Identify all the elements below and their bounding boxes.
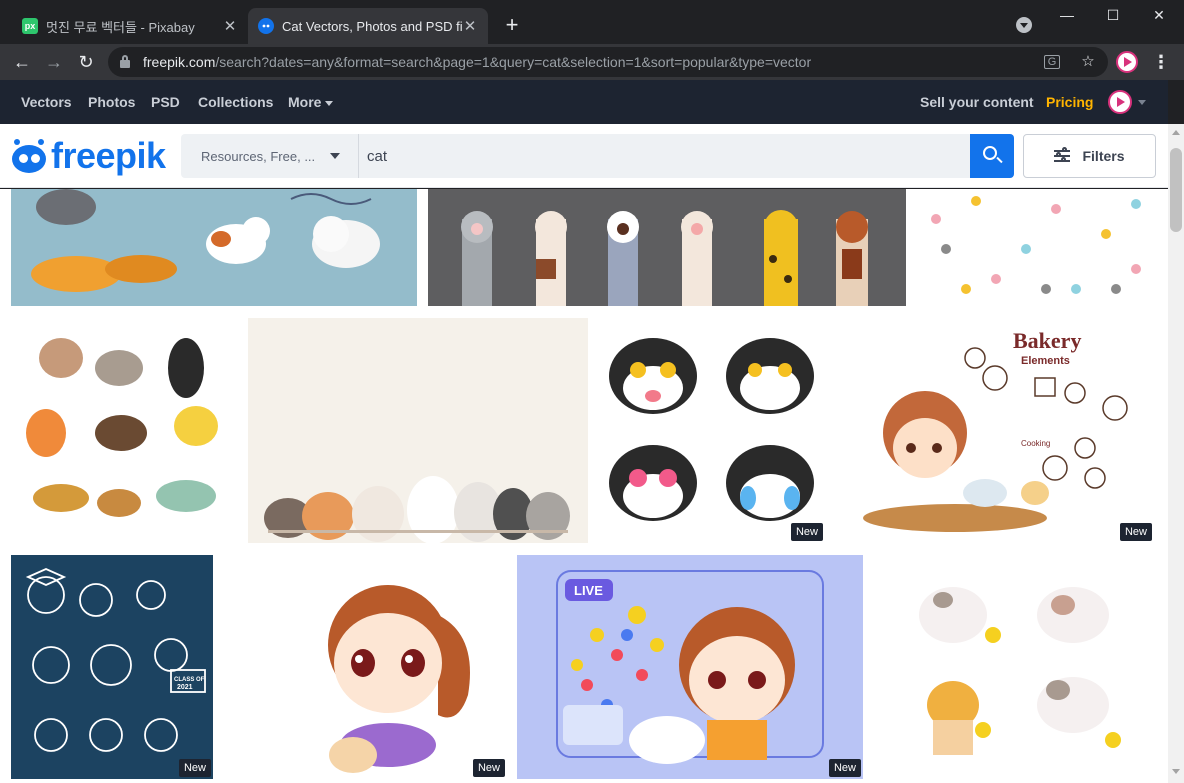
forward-icon[interactable]: → bbox=[42, 50, 66, 74]
scrollbar-thumb[interactable] bbox=[1170, 148, 1182, 232]
svg-text:2021: 2021 bbox=[177, 684, 193, 691]
close-tab-icon[interactable]: ✕ bbox=[222, 17, 238, 35]
freepik-favicon-icon bbox=[258, 18, 274, 34]
chevron-down-icon[interactable] bbox=[1138, 100, 1146, 105]
browser-menu-icon[interactable]: ⋮ bbox=[1152, 50, 1170, 74]
back-icon[interactable]: ← bbox=[10, 50, 34, 74]
new-badge: New bbox=[472, 759, 505, 777]
scroll-up-icon[interactable] bbox=[1172, 130, 1180, 135]
browser-tab-freepik[interactable]: Cat Vectors, Photos and PSD files ✕ bbox=[248, 8, 488, 44]
result-card-paw-pattern[interactable] bbox=[916, 189, 1154, 306]
nav-pricing[interactable]: Pricing bbox=[1046, 94, 1093, 110]
result-card-bakery-girl[interactable]: Bakery Elements Cooking New bbox=[835, 318, 1154, 543]
url-text[interactable]: freepik.com/search?dates=any&format=sear… bbox=[143, 54, 811, 70]
svg-text:LIVE: LIVE bbox=[574, 583, 603, 598]
browser-tab-pixabay[interactable]: px 멋진 무료 벡터들 - Pixabay ✕ bbox=[12, 8, 248, 44]
reload-icon[interactable]: ↻ bbox=[74, 50, 98, 74]
page-scrollbar[interactable] bbox=[1168, 124, 1184, 783]
search-header: freepik Resources, Free, ... Filters bbox=[0, 124, 1168, 188]
filters-button[interactable]: Filters bbox=[1023, 134, 1156, 178]
minimize-window-icon[interactable]: — bbox=[1044, 4, 1090, 28]
tab-title: Cat Vectors, Photos and PSD files bbox=[282, 18, 462, 34]
browser-toolbar: ← → ↻ freepik.com/search?dates=any&forma… bbox=[0, 44, 1184, 80]
result-card-kawaii-cats[interactable] bbox=[873, 555, 1154, 779]
maximize-window-icon[interactable]: ☐ bbox=[1090, 4, 1136, 28]
nav-more-label: More bbox=[288, 94, 322, 110]
user-avatar-icon[interactable] bbox=[1108, 90, 1132, 114]
profile-avatar-icon[interactable] bbox=[1116, 51, 1138, 73]
address-bar[interactable]: freepik.com/search?dates=any&format=sear… bbox=[108, 47, 1108, 77]
svg-text:Bakery: Bakery bbox=[1013, 328, 1081, 353]
search-icon bbox=[983, 146, 997, 160]
svg-text:CLASS OF: CLASS OF bbox=[174, 677, 205, 683]
close-window-icon[interactable]: ✕ bbox=[1136, 4, 1182, 28]
new-badge: New bbox=[790, 523, 823, 541]
tab-title: 멋진 무료 벡터들 - Pixabay bbox=[46, 19, 195, 35]
svg-text:Elements: Elements bbox=[1021, 355, 1070, 367]
new-tab-button[interactable]: + bbox=[498, 12, 526, 40]
new-badge: New bbox=[828, 759, 861, 777]
result-card-cats-yarn[interactable] bbox=[11, 189, 417, 306]
new-badge: New bbox=[178, 759, 211, 777]
result-card-girl-kitten[interactable]: New bbox=[223, 555, 507, 779]
search-button[interactable] bbox=[970, 134, 1014, 178]
result-card-row-of-cats[interactable] bbox=[248, 318, 588, 543]
pixabay-favicon-icon: px bbox=[22, 18, 38, 34]
logo-text: freepik bbox=[51, 135, 166, 176]
bookmark-star-icon[interactable]: ☆ bbox=[1078, 52, 1098, 72]
nav-sell-content[interactable]: Sell your content bbox=[920, 94, 1034, 110]
result-card-graduation-animals[interactable]: CLASS OF 2021 New bbox=[11, 555, 213, 779]
results-grid: New Bakery Elements Cooking New CLASS OF… bbox=[0, 189, 1168, 783]
result-card-cat-paws[interactable] bbox=[428, 189, 906, 306]
resource-type-label: Resources, Free, ... bbox=[201, 148, 316, 164]
lock-icon[interactable] bbox=[120, 55, 130, 68]
nav-psd[interactable]: PSD bbox=[151, 94, 180, 110]
scroll-down-icon[interactable] bbox=[1172, 769, 1180, 774]
search-input[interactable] bbox=[367, 134, 967, 178]
nav-collections[interactable]: Collections bbox=[198, 94, 273, 110]
site-navigation: Vectors Photos PSD Collections More Sell… bbox=[0, 80, 1168, 124]
translate-icon[interactable]: G bbox=[1044, 55, 1060, 69]
result-card-cartoon-cats[interactable] bbox=[11, 318, 238, 543]
result-card-live-girl[interactable]: LIVE New bbox=[517, 555, 863, 779]
nav-more[interactable]: More bbox=[288, 94, 334, 110]
svg-text:Cooking: Cooking bbox=[1021, 439, 1050, 448]
filters-label: Filters bbox=[1082, 148, 1125, 164]
tab-search-icon[interactable] bbox=[1016, 17, 1032, 33]
sliders-icon bbox=[1054, 147, 1071, 163]
nav-vectors[interactable]: Vectors bbox=[21, 94, 72, 110]
chevron-down-icon bbox=[330, 153, 340, 159]
resource-type-dropdown[interactable]: Resources, Free, ... bbox=[181, 134, 359, 178]
freepik-logo-icon bbox=[10, 139, 48, 173]
chevron-down-icon bbox=[325, 100, 334, 106]
search-box: Resources, Free, ... bbox=[181, 134, 1014, 178]
new-badge: New bbox=[1119, 523, 1152, 541]
nav-photos[interactable]: Photos bbox=[88, 94, 135, 110]
close-tab-icon[interactable]: ✕ bbox=[462, 17, 478, 35]
result-card-cat-emoticons[interactable]: New bbox=[598, 318, 825, 543]
freepik-logo[interactable]: freepik bbox=[10, 134, 166, 178]
browser-tab-strip: px 멋진 무료 벡터들 - Pixabay ✕ Cat Vectors, Ph… bbox=[0, 0, 1184, 44]
